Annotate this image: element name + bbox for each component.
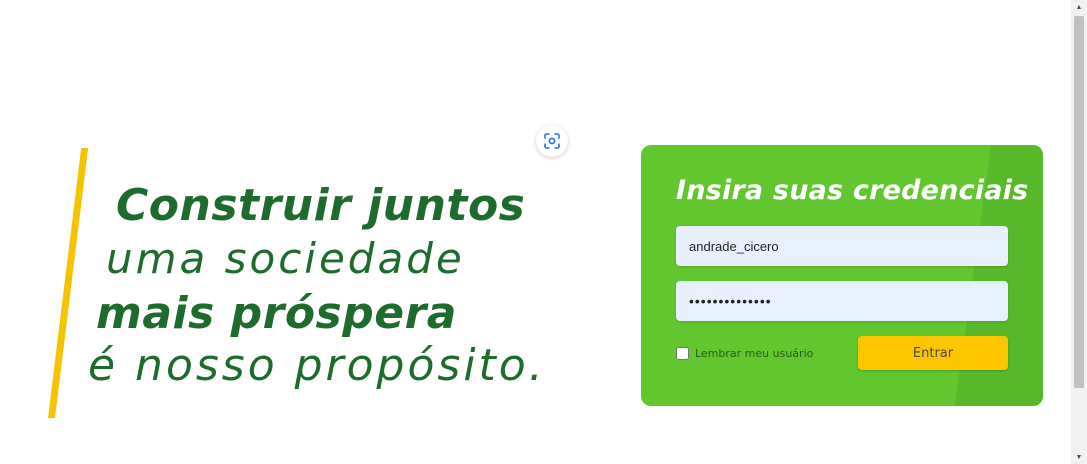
login-title: Insira suas credenciais (676, 175, 1029, 206)
scroll-down-icon[interactable]: ▼ (1071, 450, 1087, 464)
yellow-accent-bar (48, 148, 89, 418)
page-scrollbar[interactable]: ▲ ▼ (1071, 0, 1087, 464)
password-input[interactable] (676, 281, 1008, 321)
slogan-line-4: é nosso propósito. (88, 340, 546, 391)
scroll-up-icon[interactable]: ▲ (1071, 0, 1087, 14)
scrollbar-thumb[interactable] (1074, 16, 1084, 388)
screenshot-scan-icon (544, 133, 560, 149)
slogan-line-1: Construir juntos (116, 180, 526, 231)
slogan-line-2: uma sociedade (106, 234, 465, 283)
remember-user: Lembrar meu usuário (676, 347, 813, 360)
login-page: Construir juntos uma sociedade mais prós… (0, 0, 1087, 464)
slogan-line-3: mais próspera (96, 288, 457, 339)
remember-label: Lembrar meu usuário (695, 347, 814, 360)
login-card: Insira suas credenciais Lembrar meu usuá… (641, 145, 1043, 406)
login-button[interactable]: Entrar (858, 336, 1008, 370)
screenshot-scan-button[interactable] (536, 125, 568, 157)
username-input[interactable] (676, 226, 1008, 266)
remember-checkbox[interactable] (676, 347, 689, 360)
